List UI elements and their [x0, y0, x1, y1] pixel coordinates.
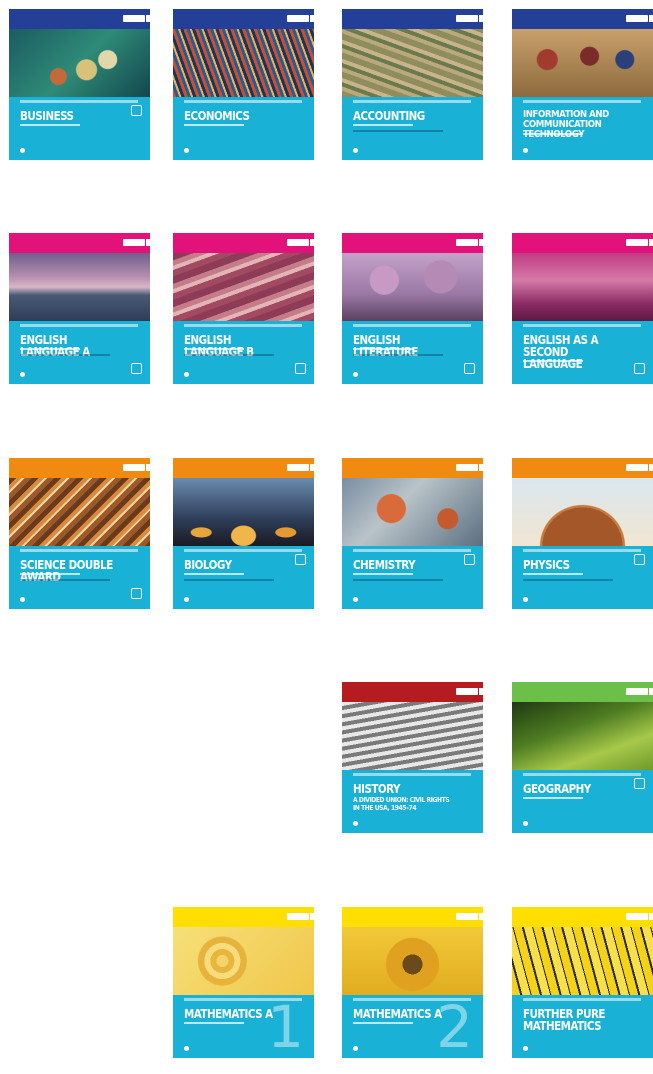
book-cover-accounting[interactable]: ACCOUNTING: [342, 9, 483, 160]
edexcel-logo: [123, 15, 150, 22]
book-cover-economics[interactable]: ECONOMICS: [173, 9, 314, 160]
series-line: [20, 100, 138, 103]
edexcel-logo: [287, 239, 314, 246]
ebook-icon: [131, 363, 142, 374]
edexcel-logo: [456, 239, 483, 246]
cover-photo: [512, 478, 653, 546]
pearson-logo: [523, 1046, 528, 1051]
pearson-logo: [20, 597, 25, 602]
book-title: ENGLISH AS A SECOND LANGUAGE: [523, 333, 599, 371]
cover-photo: [173, 29, 314, 97]
ebook-icon: [295, 554, 306, 565]
edexcel-logo: [287, 913, 314, 920]
cover-photo: [512, 927, 653, 995]
pearson-logo: [20, 372, 25, 377]
book-cover-biology[interactable]: BIOLOGY: [173, 458, 314, 609]
edexcel-logo: [456, 15, 483, 22]
pearson-logo: [353, 148, 358, 153]
book-title: HISTORY: [353, 782, 400, 796]
book-title: FURTHER PURE MATHEMATICS: [523, 1007, 605, 1033]
pearson-logo: [184, 372, 189, 377]
edexcel-logo: [626, 239, 653, 246]
edexcel-logo: [626, 688, 653, 695]
book-subtitle: A DIVIDED UNION: CIVIL RIGHTS IN THE USA…: [353, 796, 450, 812]
cover-photo: [173, 253, 314, 321]
pearson-logo: [184, 1046, 189, 1051]
pearson-logo: [523, 821, 528, 826]
edexcel-logo: [456, 464, 483, 471]
book-cover-english-language-b[interactable]: ENGLISH LANGUAGE B: [173, 233, 314, 384]
book-cover-business[interactable]: BUSINESS: [9, 9, 150, 160]
book-title: ECONOMICS: [184, 109, 250, 123]
ebook-icon: [634, 363, 645, 374]
pearson-logo: [353, 821, 358, 826]
book-cover-geography[interactable]: GEOGRAPHY: [512, 682, 653, 833]
cover-photo: [342, 927, 483, 995]
cover-photo: [173, 478, 314, 546]
book-cover-ict[interactable]: INFORMATION AND COMMUNICATION TECHNOLOGY: [512, 9, 653, 160]
book-cover-science-double-award[interactable]: SCIENCE DOUBLE AWARD: [9, 458, 150, 609]
pearson-logo: [184, 148, 189, 153]
ebook-icon: [634, 778, 645, 789]
ebook-icon: [464, 363, 475, 374]
volume-number: 2: [436, 993, 473, 1058]
edexcel-logo: [626, 464, 653, 471]
pearson-logo: [523, 597, 528, 602]
edexcel-logo: [456, 688, 483, 695]
book-cover-chemistry[interactable]: CHEMISTRY: [342, 458, 483, 609]
ebook-icon: [131, 105, 142, 116]
cover-photo: [342, 478, 483, 546]
cover-photo: [342, 702, 483, 770]
cover-photo: [9, 253, 150, 321]
cover-photo: [9, 29, 150, 97]
book-cover-english-second-language[interactable]: ENGLISH AS A SECOND LANGUAGE: [512, 233, 653, 384]
book-title: CHEMISTRY: [353, 558, 416, 572]
cover-photo: [512, 702, 653, 770]
pearson-logo: [353, 597, 358, 602]
pearson-logo: [20, 148, 25, 153]
book-title: BIOLOGY: [184, 558, 232, 572]
pearson-logo: [353, 1046, 358, 1051]
edexcel-logo: [123, 239, 150, 246]
cover-photo: [342, 29, 483, 97]
edexcel-logo: [287, 464, 314, 471]
edexcel-logo: [626, 913, 653, 920]
ebook-icon: [634, 554, 645, 565]
book-cover-mathematics-a-2[interactable]: MATHEMATICS A 2: [342, 907, 483, 1058]
ebook-icon: [295, 363, 306, 374]
edexcel-logo: [123, 464, 150, 471]
ebook-icon: [131, 588, 142, 599]
edexcel-logo: [626, 15, 653, 22]
cover-photo: [512, 253, 653, 321]
pearson-logo: [184, 597, 189, 602]
book-cover-history[interactable]: HISTORY A DIVIDED UNION: CIVIL RIGHTS IN…: [342, 682, 483, 833]
pearson-logo: [523, 148, 528, 153]
book-cover-further-pure-mathematics[interactable]: FURTHER PURE MATHEMATICS: [512, 907, 653, 1058]
book-title: BUSINESS: [20, 109, 74, 123]
cover-photo: [173, 927, 314, 995]
book-cover-physics[interactable]: PHYSICS: [512, 458, 653, 609]
book-cover-grid: { "books": [ {"title": "BUSINESS"}, {"ti…: [0, 0, 653, 1074]
volume-number: 1: [267, 993, 304, 1058]
edexcel-logo: [456, 913, 483, 920]
cover-photo: [9, 478, 150, 546]
book-cover-english-language-a[interactable]: ENGLISH LANGUAGE A: [9, 233, 150, 384]
book-title: INFORMATION AND COMMUNICATION TECHNOLOGY: [523, 109, 609, 140]
book-title: ACCOUNTING: [353, 109, 425, 123]
edexcel-logo: [287, 15, 314, 22]
book-cover-english-literature[interactable]: ENGLISH LITERATURE: [342, 233, 483, 384]
book-cover-mathematics-a-1[interactable]: MATHEMATICS A 1: [173, 907, 314, 1058]
cover-photo: [512, 29, 653, 97]
book-title: GEOGRAPHY: [523, 782, 591, 796]
ebook-icon: [464, 554, 475, 565]
book-title: PHYSICS: [523, 558, 570, 572]
pearson-logo: [353, 372, 358, 377]
cover-photo: [342, 253, 483, 321]
